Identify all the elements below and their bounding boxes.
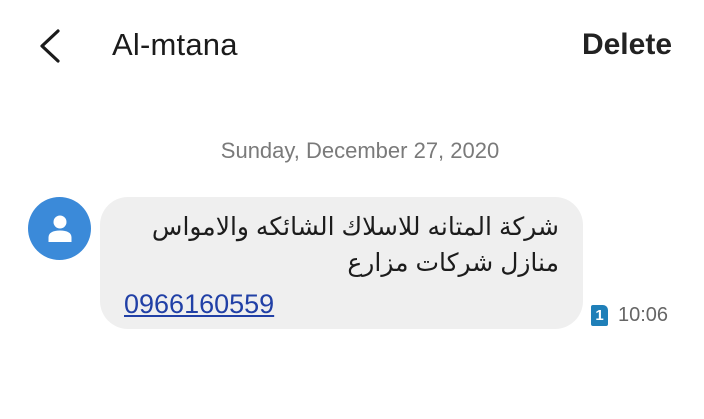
phone-number-link[interactable]: 0966160559 (124, 287, 274, 321)
back-arrow-icon (40, 29, 60, 63)
message-time: 10:06 (618, 304, 669, 326)
message-bubble[interactable]: شركة المتانه للاسلاك الشائكه والامواس من… (100, 197, 583, 329)
avatar[interactable] (28, 197, 91, 260)
conversation-title: Al-mtana (112, 27, 238, 62)
message-line: شركة المتانه للاسلاك الشائكه والامواس (151, 213, 559, 241)
message-line: منازل شركات مزارع (347, 249, 559, 277)
delete-button[interactable]: Delete (582, 25, 672, 65)
back-button[interactable] (28, 24, 72, 68)
sim-card-icon: 1 (591, 304, 608, 326)
person-icon (48, 215, 71, 242)
app-header: Al-mtana Delete (0, 0, 704, 92)
message-meta: 1 10:06 (591, 302, 668, 328)
date-separator: Sunday, December 27, 2020 (220, 138, 500, 163)
message-text: شركة المتانه للاسلاك الشائكه والامواس من… (124, 209, 559, 281)
